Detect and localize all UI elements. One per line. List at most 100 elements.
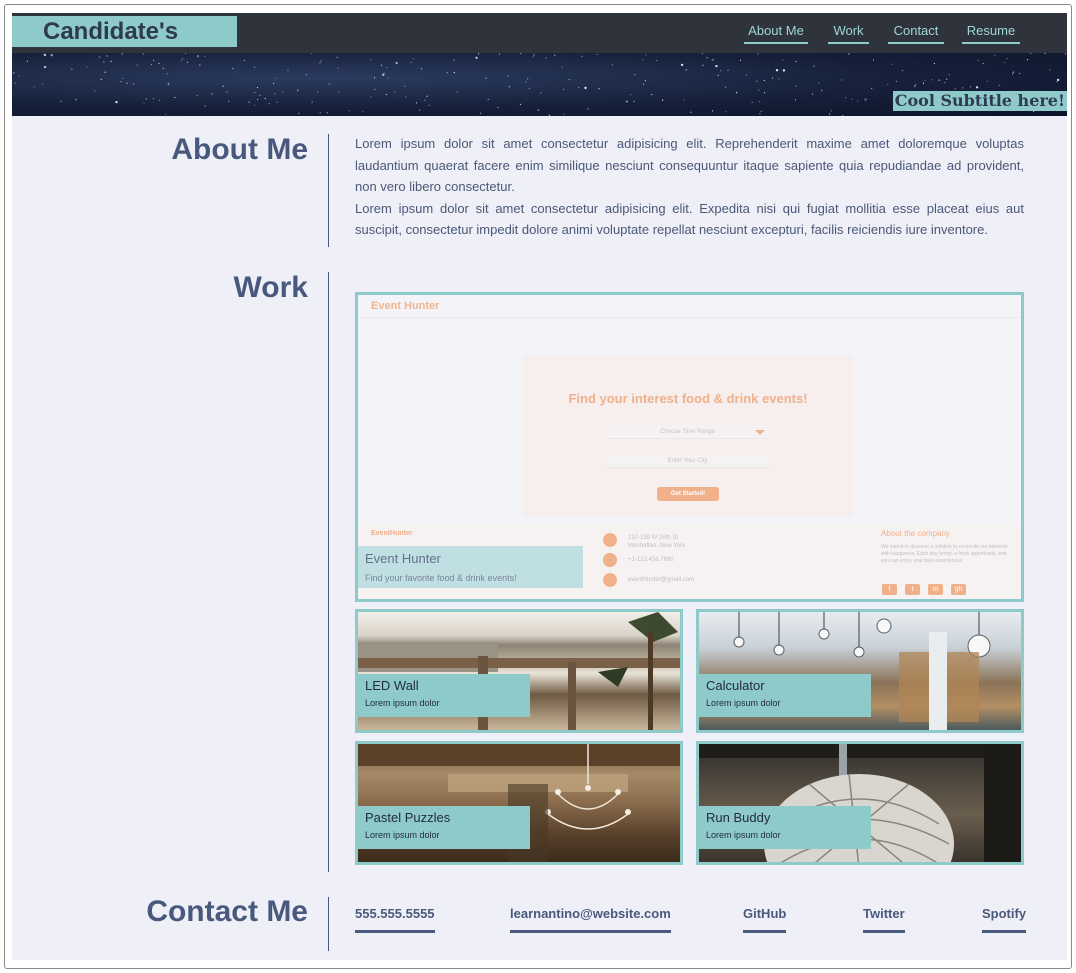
star: [596, 53, 598, 56]
contact-github-link[interactable]: GitHub: [743, 906, 787, 933]
contact-spotify-link[interactable]: Spotify: [982, 906, 1027, 933]
search-headline: Find your interest food & drink events!: [568, 391, 808, 406]
star: [43, 65, 47, 69]
star: [563, 113, 565, 115]
project-calculator[interactable]: Calculator Lorem ipsum dolor: [696, 609, 1024, 733]
star: [222, 85, 224, 87]
star: [428, 104, 430, 106]
project-run-buddy[interactable]: Run Buddy Lorem ipsum dolor: [696, 741, 1024, 865]
star: [282, 91, 284, 93]
star: [298, 112, 300, 115]
envelope-icon: [603, 573, 617, 587]
star: [254, 92, 256, 94]
linkedin-icon: in: [928, 584, 943, 595]
star: [938, 79, 940, 81]
project-pastel-puzzles[interactable]: Pastel Puzzles Lorem ipsum dolor: [355, 741, 683, 865]
star: [778, 78, 780, 80]
star: [642, 59, 644, 61]
star: [386, 66, 388, 69]
star: [644, 80, 647, 82]
star: [794, 99, 797, 101]
star: [717, 74, 719, 76]
nav-about-me[interactable]: About Me: [744, 23, 808, 44]
project-title: Calculator: [706, 678, 765, 693]
star: [71, 68, 73, 70]
star: [254, 66, 256, 68]
star: [257, 99, 259, 101]
star: [166, 73, 168, 75]
star: [253, 104, 256, 106]
star: [122, 77, 124, 80]
hero-subtitle: Cool Subtitle here!: [892, 91, 1067, 111]
star: [872, 59, 875, 61]
star: [977, 59, 979, 61]
select-placeholder: Choose Time Range: [660, 429, 715, 435]
star: [424, 99, 426, 101]
star: [578, 86, 580, 89]
nav-work[interactable]: Work: [828, 23, 869, 44]
star: [857, 100, 859, 102]
star: [986, 80, 989, 82]
nav-resume[interactable]: Resume: [962, 23, 1020, 44]
star: [498, 53, 500, 55]
star: [1044, 53, 1046, 54]
star: [842, 114, 844, 116]
featured-project-event-hunter[interactable]: Event Hunter Find your interest food & d…: [355, 292, 1024, 602]
star: [152, 59, 155, 62]
star: [382, 73, 385, 76]
star: [274, 93, 276, 95]
star: [226, 91, 228, 93]
divider: [358, 317, 1021, 318]
star: [533, 54, 535, 56]
contact-email-link[interactable]: learnantino@website.com: [510, 906, 671, 933]
contact-twitter-link[interactable]: Twitter: [863, 906, 905, 933]
star: [651, 94, 653, 96]
star: [982, 63, 984, 65]
star: [404, 85, 406, 87]
github-icon: gh: [951, 584, 966, 595]
star: [706, 57, 708, 59]
star: [954, 88, 956, 90]
star: [720, 70, 722, 72]
star: [133, 83, 135, 85]
star: [150, 63, 152, 65]
star: [745, 74, 748, 76]
star: [478, 53, 480, 55]
star: [110, 60, 112, 62]
star: [362, 111, 364, 113]
star: [948, 74, 950, 76]
nav-contact[interactable]: Contact: [888, 23, 944, 44]
contact-phone-link[interactable]: 555.555.5555: [355, 906, 435, 933]
star: [337, 67, 339, 69]
star: [1049, 69, 1051, 71]
star: [760, 110, 762, 112]
star: [410, 61, 412, 63]
about-company-heading: About the company: [881, 529, 950, 538]
star: [480, 112, 482, 114]
about-text: Lorem ipsum dolor sit amet consectetur a…: [355, 133, 1024, 241]
star: [1056, 81, 1058, 83]
star: [525, 81, 527, 83]
star: [232, 67, 234, 70]
city-input: Enter Your City: [606, 454, 769, 468]
star: [598, 88, 600, 90]
star: [487, 98, 489, 101]
address-line-2: Manhattan, New York: [628, 543, 686, 549]
star: [43, 53, 47, 57]
star: [975, 86, 979, 89]
star: [167, 83, 169, 85]
star: [204, 105, 206, 107]
star: [625, 100, 628, 103]
project-title: Pastel Puzzles: [365, 810, 451, 825]
star: [348, 110, 350, 112]
star: [998, 84, 1000, 86]
work-title: Work: [233, 271, 308, 304]
facebook-icon: f: [882, 584, 897, 595]
star: [338, 91, 340, 93]
star: [158, 99, 160, 101]
star: [630, 94, 632, 96]
star: [311, 101, 313, 103]
star: [204, 55, 206, 57]
phone-icon: [603, 553, 617, 567]
project-led-wall[interactable]: LED Wall Lorem ipsum dolor: [355, 609, 683, 733]
